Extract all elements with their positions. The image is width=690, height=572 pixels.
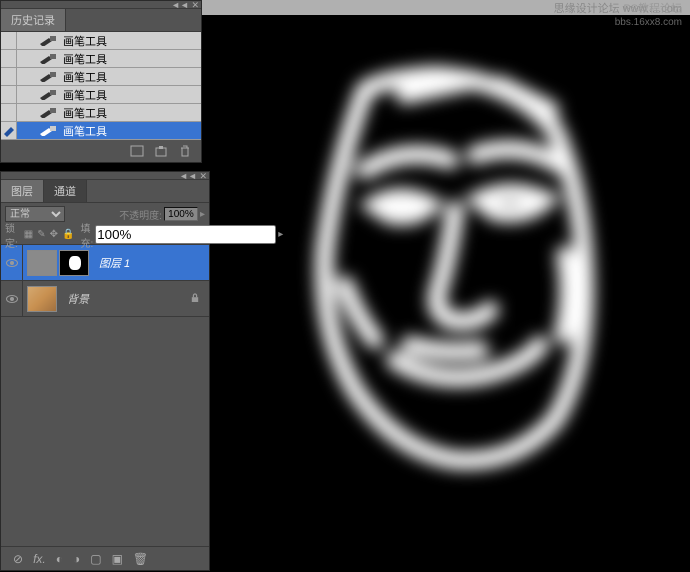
lock-paint-icon[interactable]: ✎ (37, 229, 45, 240)
new-layer-icon[interactable]: ▣ (112, 552, 123, 566)
new-snapshot-icon[interactable] (153, 144, 169, 158)
panel-collapse-icon[interactable]: ◄◄ ✕ (179, 171, 207, 182)
layer-visibility-toggle[interactable] (1, 281, 23, 316)
brush-tool-icon (37, 52, 59, 66)
panel-drag-bar[interactable]: ◄◄ ✕ (1, 172, 209, 180)
brush-tool-icon (37, 106, 59, 120)
brush-tool-icon (37, 70, 59, 84)
history-source-col[interactable] (1, 104, 17, 121)
fill-label: 填充: (80, 220, 93, 250)
layer-visibility-toggle[interactable] (1, 245, 23, 280)
history-tabs: 历史记录 (1, 9, 201, 32)
layer-name[interactable]: 背景 (61, 291, 89, 307)
history-item-label: 画笔工具 (59, 69, 107, 85)
lock-all-icon[interactable]: 🔒 (62, 229, 74, 240)
delete-state-icon[interactable] (177, 144, 193, 158)
layer-name[interactable]: 图层 1 (93, 255, 130, 271)
delete-layer-icon[interactable]: 🗑 (133, 552, 148, 566)
panel-drag-bar[interactable]: ◄◄ ✕ (1, 1, 201, 9)
history-item-label: 画笔工具 (59, 123, 107, 139)
history-source-col[interactable] (1, 68, 17, 85)
brush-tool-icon (37, 34, 59, 48)
layer-row[interactable]: 图层 1 (1, 245, 209, 281)
lock-position-icon[interactable]: ✥ (50, 229, 58, 240)
history-panel: ◄◄ ✕ 历史记录 画笔工具 画笔工具 画笔工具 画笔工具 (0, 0, 202, 163)
lock-transparency-icon[interactable]: ▦ (24, 229, 33, 240)
history-list: 画笔工具 画笔工具 画笔工具 画笔工具 画笔工具 (1, 32, 201, 140)
history-item-label: 画笔工具 (59, 51, 107, 67)
history-item-label: 画笔工具 (59, 33, 107, 49)
link-layers-icon[interactable]: ⊘ (13, 552, 23, 566)
layer-row[interactable]: 背景 (1, 281, 209, 317)
add-mask-icon[interactable]: ◐ (56, 552, 63, 566)
new-group-icon[interactable]: ▢ (90, 552, 101, 566)
history-source-col[interactable] (1, 122, 17, 139)
layers-panel: ◄◄ ✕ 图层 通道 正常 不透明度: ▸ 锁定: ▦ ✎ ✥ 🔒 填充: ▸ (0, 171, 210, 571)
brush-tool-icon (37, 88, 59, 102)
layer-thumbnail[interactable] (27, 286, 57, 312)
history-source-col[interactable] (1, 86, 17, 103)
history-item[interactable]: 画笔工具 (1, 50, 201, 68)
tab-layers[interactable]: 图层 (1, 180, 44, 202)
history-footer (1, 140, 201, 162)
eye-icon (6, 259, 18, 267)
history-item[interactable]: 画笔工具 (1, 68, 201, 86)
layers-lock-row: 锁定: ▦ ✎ ✥ 🔒 填充: ▸ (1, 225, 209, 245)
history-item[interactable]: 画笔工具 (1, 104, 201, 122)
layers-footer: ⊘ fx. ◐ ◑ ▢ ▣ 🗑 (1, 546, 209, 570)
adjustment-layer-icon[interactable]: ◑ (73, 552, 80, 566)
history-item[interactable]: 画笔工具 (1, 122, 201, 140)
panel-collapse-icon[interactable]: ◄◄ ✕ (171, 0, 199, 11)
history-item-label: 画笔工具 (59, 105, 107, 121)
history-item[interactable]: 画笔工具 (1, 86, 201, 104)
new-document-from-state-icon[interactable] (129, 144, 145, 158)
tab-channels[interactable]: 通道 (44, 180, 87, 202)
watermark-top: PS教程论坛 (623, 0, 682, 16)
history-source-col[interactable] (1, 32, 17, 49)
tab-history[interactable]: 历史记录 (1, 9, 66, 31)
history-source-col[interactable] (1, 50, 17, 67)
layers-tabs: 图层 通道 (1, 180, 209, 203)
layer-mask-thumbnail[interactable] (59, 250, 89, 276)
layer-effects-icon[interactable]: fx. (33, 552, 46, 566)
history-item[interactable]: 画笔工具 (1, 32, 201, 50)
eye-icon (6, 295, 18, 303)
opacity-dropdown-icon[interactable]: ▸ (200, 209, 205, 220)
layers-list: 图层 1 背景 (1, 245, 209, 545)
history-item-label: 画笔工具 (59, 87, 107, 103)
fill-dropdown-icon[interactable]: ▸ (278, 229, 283, 240)
watermark-line2: bbs.16xx8.com (554, 16, 682, 29)
brush-tool-icon (37, 124, 59, 138)
canvas-artwork (275, 50, 625, 480)
fill-input[interactable] (95, 225, 276, 244)
layer-thumbnail[interactable] (27, 250, 57, 276)
lock-icon (191, 293, 201, 305)
